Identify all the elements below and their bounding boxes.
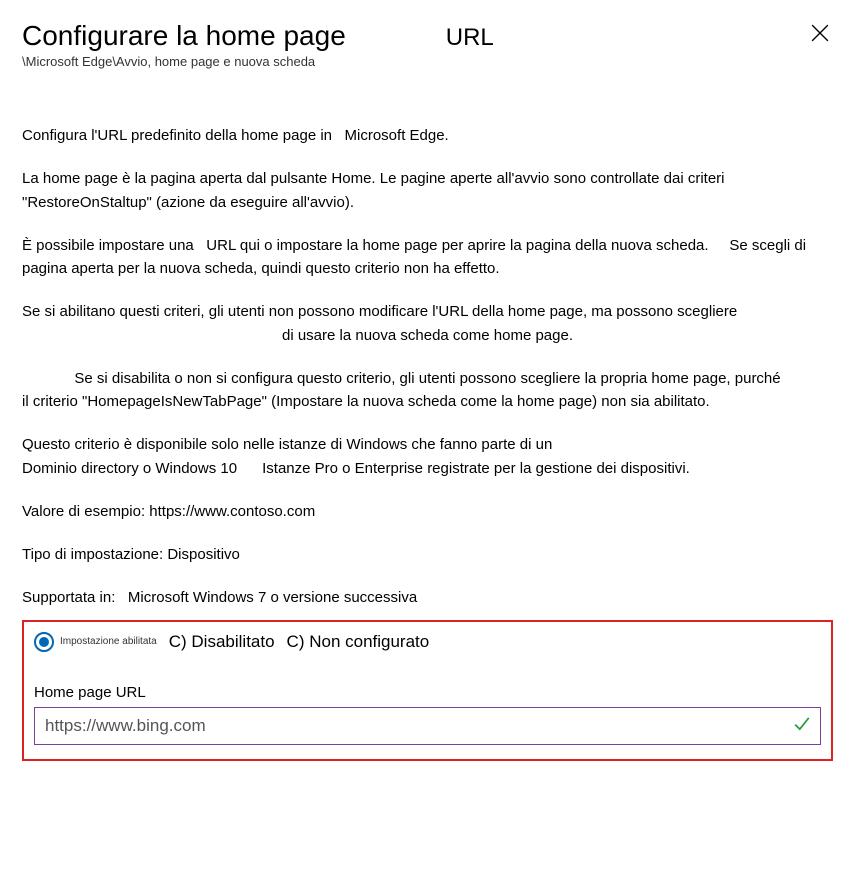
radio-disabled[interactable]: C) Disabilitato — [169, 632, 275, 652]
radio-enabled[interactable]: Impostazione abilitata — [34, 632, 157, 652]
description-p9: Supportata in: Microsoft Windows 7 o ver… — [22, 586, 833, 609]
radio-not-configured[interactable]: C) Non configurato — [287, 632, 430, 652]
breadcrumb: \Microsoft Edge\Avvio, home page e nuova… — [22, 54, 494, 69]
radio-enabled-label: Impostazione abilitata — [60, 636, 157, 647]
radio-disabled-label: C) Disabilitato — [169, 632, 275, 652]
dialog-title: Configurare la home page — [22, 20, 346, 52]
close-button[interactable] — [807, 20, 833, 49]
description-p1: Configura l'URL predefinito della home p… — [22, 124, 833, 147]
close-icon — [811, 30, 829, 45]
settings-panel: Impostazione abilitata C) Disabilitato C… — [22, 620, 833, 761]
homepage-url-label: Home page URL — [34, 684, 821, 701]
checkmark-icon — [793, 714, 811, 737]
radio-icon — [34, 632, 54, 652]
description-p4: Se si abilitano questi criteri, gli uten… — [22, 300, 833, 347]
description-p3: È possibile impostare una URL qui o impo… — [22, 234, 833, 281]
description-p7: Valore di esempio: https://www.contoso.c… — [22, 500, 833, 523]
dialog-title-suffix: URL — [446, 24, 494, 52]
description-p5: Se si disabilita o non si configura ques… — [22, 367, 833, 414]
description-p2: La home page è la pagina aperta dal puls… — [22, 167, 833, 214]
description-p8: Tipo di impostazione: Dispositivo — [22, 543, 833, 566]
homepage-url-input[interactable] — [34, 707, 821, 745]
radio-not-configured-label: C) Non configurato — [287, 632, 430, 652]
description-p6: Questo criterio è disponibile solo nelle… — [22, 433, 833, 480]
